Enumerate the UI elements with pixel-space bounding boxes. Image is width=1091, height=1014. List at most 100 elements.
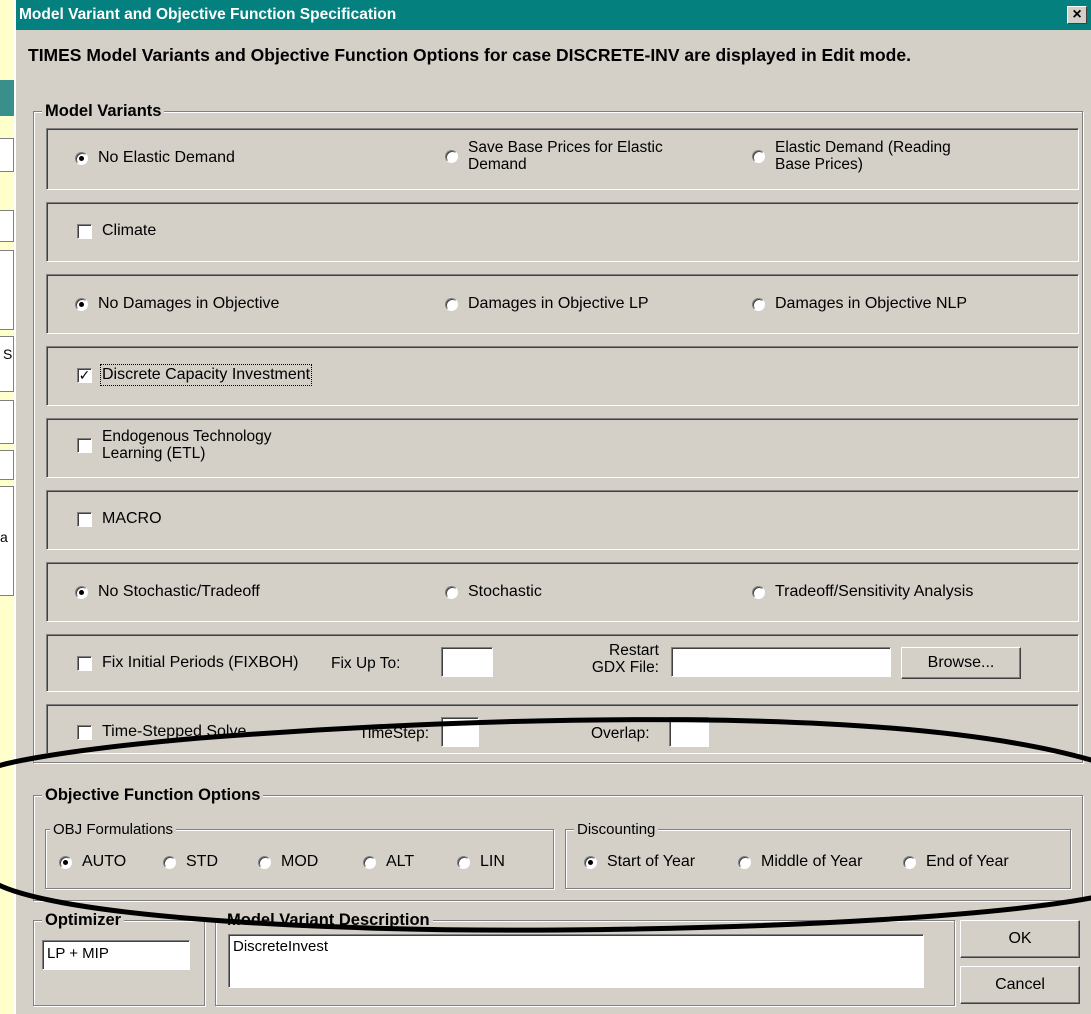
- climate-panel: Climate: [46, 202, 1079, 262]
- radio-label: Elastic Demand (Reading Base Prices): [775, 139, 951, 173]
- dialog-header: TIMES Model Variants and Objective Funct…: [28, 45, 911, 65]
- checkbox-box: [77, 437, 92, 453]
- model-variant-dialog: Model Variant and Objective Function Spe…: [14, 0, 1091, 1014]
- fix-up-to-input[interactable]: [441, 647, 493, 677]
- radio-damages-lp[interactable]: Damages in Objective LP: [445, 295, 649, 313]
- radio-label: Damages in Objective LP: [468, 295, 649, 312]
- discrete-capacity-panel: ✓ Discrete Capacity Investment: [46, 346, 1079, 406]
- radio-label: MOD: [281, 853, 319, 870]
- model-variants-legend: Model Variants: [42, 101, 165, 121]
- browse-button[interactable]: Browse...: [901, 647, 1021, 679]
- radio-label: Start of Year: [607, 853, 696, 870]
- checkbox-label: Fix Initial Periods (FIXBOH): [102, 654, 299, 671]
- obj-formulations-legend: OBJ Formulations: [50, 820, 177, 840]
- timestep-input[interactable]: [441, 717, 479, 747]
- checkbox-label-line1: Endogenous Technology: [102, 428, 272, 445]
- checkbox-label: Climate: [102, 222, 157, 239]
- checkbox-box: [77, 655, 92, 671]
- description-legend: Model Variant Description: [224, 910, 433, 930]
- radio-dot: [445, 149, 458, 163]
- radio-obj-mod[interactable]: MOD: [258, 853, 318, 871]
- checkbox-box: [77, 223, 92, 239]
- checkbox-box: [77, 511, 92, 527]
- background-field: [0, 400, 14, 444]
- checkbox-label: Endogenous Technology Learning (ETL): [102, 428, 272, 462]
- damages-panel: No Damages in Objective Damages in Objec…: [46, 274, 1079, 334]
- fix-up-to-label: Fix Up To:: [331, 655, 401, 672]
- overlap-input[interactable]: [669, 717, 709, 747]
- checkbox-macro[interactable]: MACRO: [77, 510, 162, 528]
- background-text: a: [0, 486, 14, 596]
- restart-gdx-label-line2: GDX File:: [591, 659, 659, 676]
- radio-discount-middle[interactable]: Middle of Year: [738, 853, 862, 871]
- timestep-label: TimeStep:: [359, 725, 430, 742]
- timestepped-panel: Time-Stepped Solve TimeStep: Overlap:: [46, 704, 1079, 754]
- radio-obj-std[interactable]: STD: [163, 853, 218, 871]
- background-field: [0, 138, 14, 172]
- restart-gdx-label-line1: Restart: [609, 642, 659, 659]
- fixboh-panel: Fix Initial Periods (FIXBOH) Fix Up To: …: [46, 634, 1079, 692]
- radio-elastic-demand-reading[interactable]: Elastic Demand (Reading Base Prices): [752, 139, 951, 173]
- radio-damages-nlp[interactable]: Damages in Objective NLP: [752, 295, 967, 313]
- stochastic-panel: No Stochastic/Tradeoff Stochastic Tradeo…: [46, 562, 1079, 622]
- description-textarea[interactable]: DiscreteInvest: [228, 934, 924, 988]
- radio-dot: [75, 297, 88, 311]
- radio-dot: [445, 297, 458, 311]
- radio-dot: [457, 855, 470, 869]
- radio-label-line2: Base Prices): [775, 156, 863, 173]
- radio-label: Tradeoff/Sensitivity Analysis: [775, 583, 974, 600]
- radio-label: No Damages in Objective: [98, 295, 280, 312]
- checkbox-box: [77, 724, 92, 740]
- background-field: [0, 450, 14, 480]
- radio-label: No Stochastic/Tradeoff: [98, 583, 260, 600]
- radio-label: LIN: [480, 853, 505, 870]
- checkbox-discrete-capacity-investment[interactable]: ✓ Discrete Capacity Investment: [77, 364, 313, 386]
- elastic-demand-panel: No Elastic Demand Save Base Prices for E…: [46, 128, 1079, 190]
- checkbox-label: MACRO: [102, 510, 162, 527]
- ok-button[interactable]: OK: [960, 920, 1080, 958]
- radio-dot: [75, 585, 88, 599]
- radio-obj-lin[interactable]: LIN: [457, 853, 505, 871]
- close-button[interactable]: ×: [1067, 6, 1087, 24]
- dialog-title: Model Variant and Objective Function Spe…: [16, 0, 1091, 30]
- radio-label: Middle of Year: [761, 853, 863, 870]
- radio-tradeoff-sensitivity[interactable]: Tradeoff/Sensitivity Analysis: [752, 583, 973, 601]
- checkbox-label: Time-Stepped Solve: [102, 723, 247, 740]
- radio-no-stochastic[interactable]: No Stochastic/Tradeoff: [75, 583, 260, 601]
- checkbox-time-stepped-solve[interactable]: Time-Stepped Solve: [77, 723, 246, 741]
- radio-label: ALT: [386, 853, 415, 870]
- radio-no-damages[interactable]: No Damages in Objective: [75, 295, 279, 313]
- radio-discount-end[interactable]: End of Year: [903, 853, 1009, 871]
- checkbox-etl[interactable]: Endogenous Technology Learning (ETL): [77, 428, 272, 462]
- radio-label-line1: Elastic Demand (Reading: [775, 139, 951, 156]
- radio-dot: [903, 855, 916, 869]
- radio-dot: [752, 149, 765, 163]
- radio-obj-alt[interactable]: ALT: [363, 853, 414, 871]
- radio-obj-auto[interactable]: AUTO: [59, 853, 126, 871]
- radio-label: Damages in Objective NLP: [775, 295, 968, 312]
- obj-formulations-group: OBJ Formulations AUTO STD MOD ALT LIN: [45, 820, 554, 889]
- close-icon: ×: [1072, 6, 1082, 23]
- radio-label-line2: Demand: [468, 156, 527, 173]
- checkbox-label-line2: Learning (ETL): [102, 445, 206, 462]
- checkbox-fixboh[interactable]: Fix Initial Periods (FIXBOH): [77, 654, 298, 672]
- background-app-header: [0, 80, 14, 116]
- radio-discount-start[interactable]: Start of Year: [584, 853, 695, 871]
- restart-gdx-label: Restart GDX File:: [585, 642, 659, 676]
- background-text: S: [0, 336, 14, 392]
- radio-label: STD: [186, 853, 218, 870]
- cancel-button[interactable]: Cancel: [960, 966, 1080, 1004]
- radio-dot: [163, 855, 176, 869]
- restart-gdx-input[interactable]: [671, 647, 891, 677]
- objective-options-legend: Objective Function Options: [42, 785, 264, 805]
- optimizer-field[interactable]: LP + MIP: [42, 940, 190, 970]
- radio-save-base-prices[interactable]: Save Base Prices for Elastic Demand: [445, 139, 663, 173]
- radio-stochastic[interactable]: Stochastic: [445, 583, 542, 601]
- radio-no-elastic-demand[interactable]: No Elastic Demand: [75, 149, 235, 167]
- radio-dot: [445, 585, 458, 599]
- checkmark-icon: ✓: [77, 366, 92, 383]
- radio-label-line1: Save Base Prices for Elastic: [468, 139, 663, 156]
- checkbox-label: Discrete Capacity Investment: [99, 364, 313, 386]
- radio-label: End of Year: [926, 853, 1009, 870]
- checkbox-climate[interactable]: Climate: [77, 222, 156, 240]
